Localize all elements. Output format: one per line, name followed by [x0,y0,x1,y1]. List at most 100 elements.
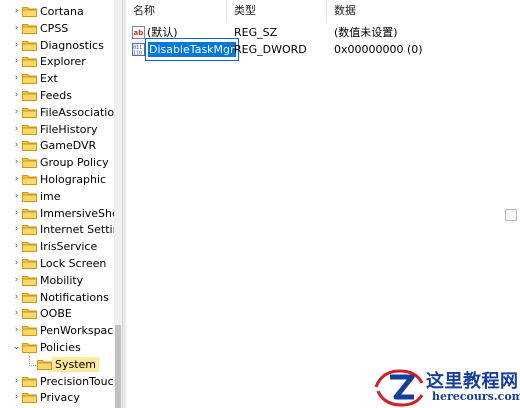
chevron-right-icon[interactable]: › [12,292,21,303]
tree-item-oobe[interactable]: › OOBE [0,305,114,322]
chevron-right-icon[interactable]: › [12,208,21,219]
tree-item-label: PrecisionTouchPad [40,374,114,388]
tree-item-ime[interactable]: › ime [0,188,114,205]
tree-item-label: Lock Screen [40,257,107,270]
registry-value-list: 名称 类型 数据 ab (默认) REG_SZ (数值未设置) 011 110 … [126,0,520,408]
chevron-right-icon[interactable]: › [12,6,21,17]
folder-icon [22,259,37,269]
registry-key-tree[interactable]: › Cortana › CPSS › Diagnostics › Explorer › Ext › F… [0,0,114,408]
chevron-right-icon[interactable]: › [12,124,21,135]
tree-item-label: Explorer [40,55,86,69]
tree-item-label: Holographic [40,173,107,186]
folder-icon [22,91,37,101]
tree-item-feeds[interactable]: › Feeds [0,87,114,104]
chevron-right-icon[interactable]: › [12,140,21,151]
folder-icon [22,74,37,85]
chevron-right-icon[interactable]: › [12,56,21,67]
folder-icon [22,242,37,253]
chevron-right-icon[interactable]: › [12,392,21,403]
chevron-right-icon[interactable]: › [12,90,21,101]
tree-item-group-policy[interactable]: › Group Policy [0,154,114,171]
tree-item-holographic[interactable]: › Holographic [0,171,114,188]
chevron-right-icon[interactable]: › [12,275,21,286]
chevron-right-icon[interactable]: › [12,191,21,202]
folder-icon [22,343,37,353]
column-header-name[interactable]: 名称 [126,0,227,22]
column-header-data[interactable]: 数据 [327,0,487,22]
value-data: (数值未设置) [334,26,398,39]
tree-item-filehistory[interactable]: › FileHistory [0,121,114,138]
tree-item-cpss[interactable]: › CPSS [0,20,114,37]
tree-item-label: CPSS [40,21,69,35]
tree-item-penworkspace[interactable]: › PenWorkspace [0,322,114,339]
tree-item-mobility[interactable]: › Mobility [0,272,114,289]
chevron-right-icon[interactable]: › [12,23,21,34]
folder-icon [22,141,37,152]
tree-item-label: Diagnostics [40,38,104,52]
tree-item-internet-settings[interactable]: › Internet Settings [0,221,114,238]
folder-icon [22,376,37,387]
dword-value-icon: 011 110 [132,43,145,56]
tree-scrollbar[interactable] [114,0,122,408]
chevron-right-icon[interactable]: › [12,241,21,252]
tree-item-explorer[interactable]: › Explorer [0,53,114,70]
chevron-right-icon[interactable]: › [12,258,21,269]
folder-icon [22,107,37,118]
chevron-right-icon[interactable]: › [12,376,21,387]
value-name-rename-field[interactable]: DisableTaskMgr [145,38,239,61]
tree-item-system[interactable]: System [0,356,114,373]
value-type: REG_DWORD [234,43,307,56]
tree-item-lock-screen[interactable]: › Lock Screen [0,255,114,272]
chevron-right-icon[interactable]: › [12,308,21,319]
tree-scrollbar-thumb[interactable] [115,325,121,408]
chevron-right-icon[interactable]: › [12,157,21,168]
chevron-right-icon[interactable]: › [12,174,21,185]
tree-item-label: Cortana [40,5,84,18]
tree-item-label: Policies [40,341,81,354]
folder-icon [22,124,37,135]
tree-item-label: IrisService [40,240,98,254]
folder-icon [22,208,37,219]
value-type: REG_SZ [234,26,278,39]
tree-item-label: System [52,356,100,372]
folder-icon [22,40,37,51]
tree-item-gamedvr[interactable]: › GameDVR [0,137,114,154]
tree-item-irisservice[interactable]: › IrisService [0,238,114,255]
list-resize-handle[interactable] [505,209,517,221]
tree-item-label: Internet Settings [40,223,114,237]
tree-item-label: Ext [40,72,58,86]
svg-text:110: 110 [133,51,142,57]
tree-item-cortana[interactable]: › Cortana [0,3,114,20]
tree-item-notifications[interactable]: › Notifications [0,289,114,306]
tree-item-label: ime [40,189,61,203]
folder-icon [22,393,37,404]
folder-icon [22,158,37,169]
chevron-right-icon[interactable]: › [12,73,21,84]
tree-item-ext[interactable]: › Ext [0,70,114,87]
tree-item-policies[interactable]: ⌄ Policies [0,339,114,356]
chevron-right-icon[interactable]: › [12,224,21,235]
folder-icon [22,7,37,17]
column-header-type[interactable]: 类型 [227,0,327,22]
chevron-right-icon[interactable]: › [12,107,21,118]
folder-icon [37,359,52,370]
value-row-disabletaskmgr[interactable]: 011 110 DisableTaskMgr REG_DWORD 0x00000… [126,38,520,61]
tree-item-privacy[interactable]: › Privacy [0,389,114,406]
tree-connector-line [29,356,38,366]
tree-item-label: GameDVR [40,139,97,153]
chevron-right-icon[interactable]: › [12,40,21,51]
chevron-right-icon[interactable]: › [12,325,21,336]
watermark-logo: 这里教程网 herecours.com [372,365,520,408]
tree-item-immersiveshell[interactable]: › ImmersiveShell [0,205,114,222]
tree-item-label: FileAssociation [40,105,114,119]
tree-item-fileassociation[interactable]: › FileAssociation [0,104,114,121]
folder-icon [22,275,37,286]
watermark-url: herecours.com [432,390,520,403]
chevron-down-icon[interactable]: ⌄ [12,342,21,353]
tree-item-label: Group Policy [40,156,109,170]
tree-item-label: Feeds [40,89,72,102]
tree-item-diagnostics[interactable]: › Diagnostics [0,37,114,54]
folder-icon [22,23,37,34]
tree-item-precisiontouchpad[interactable]: › PrecisionTouchPad [0,373,114,390]
tree-item-label: FileHistory [40,122,98,136]
